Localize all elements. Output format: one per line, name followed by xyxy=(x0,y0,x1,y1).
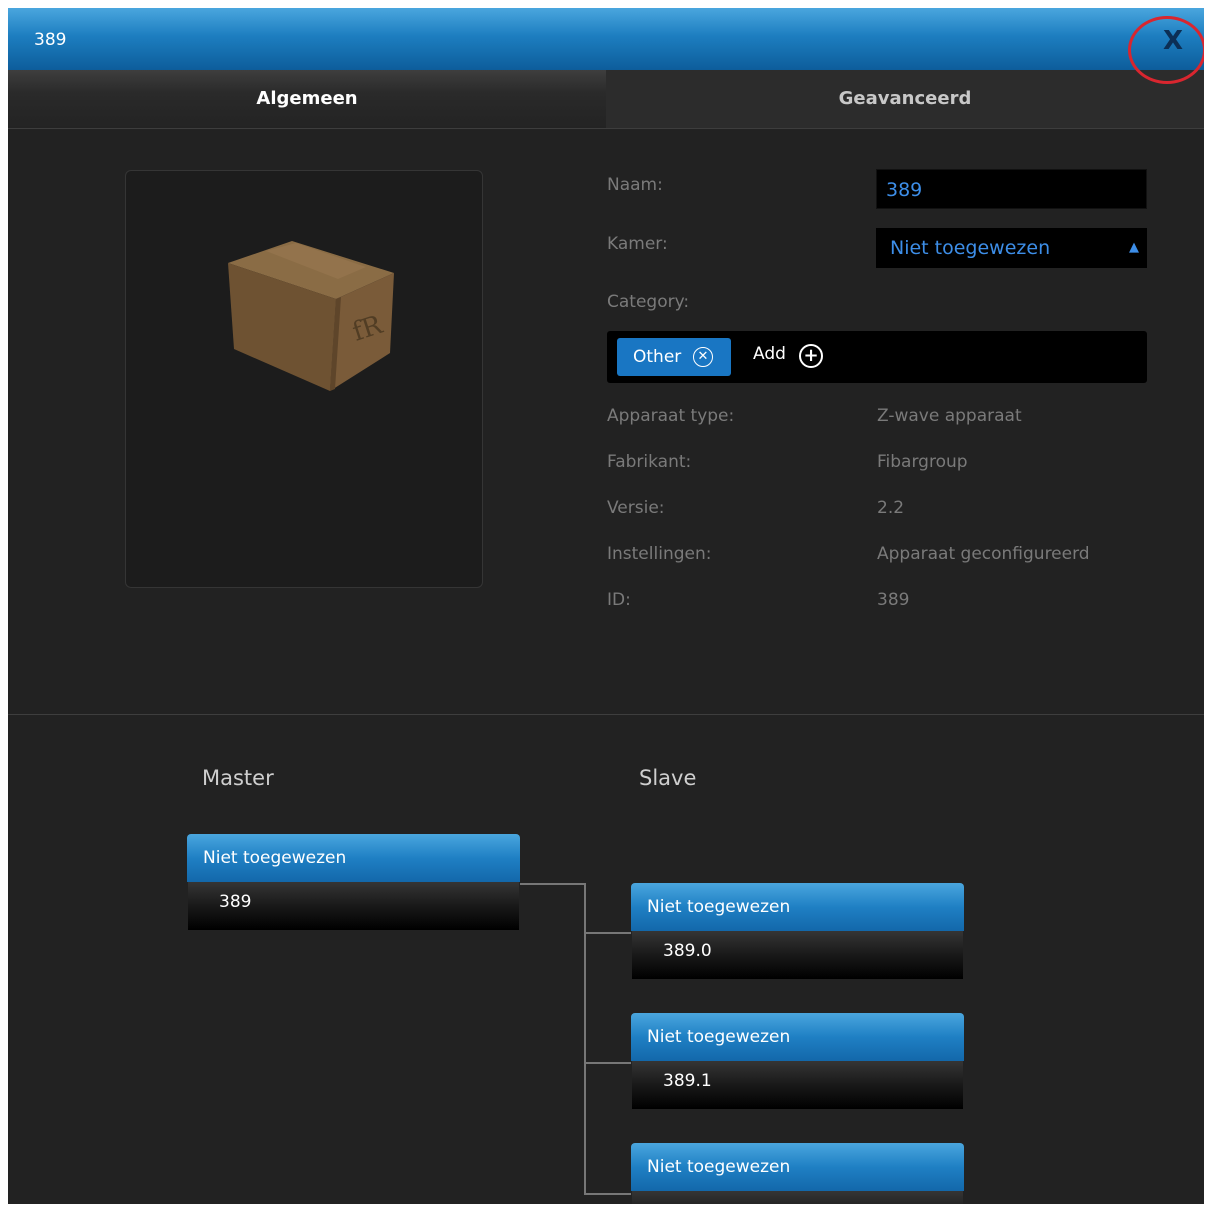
id-label: ID: xyxy=(607,590,631,610)
add-category-label: Add xyxy=(753,344,786,364)
connector-line xyxy=(584,883,586,1195)
version-value: 2.2 xyxy=(877,498,905,518)
category-label: Category: xyxy=(607,292,690,312)
master-node-id: 389 xyxy=(188,882,519,930)
close-button[interactable]: X xyxy=(1156,24,1190,58)
device-type-label: Apparaat type: xyxy=(607,406,735,426)
master-node-room[interactable]: Niet toegewezen xyxy=(187,834,520,882)
tab-bar: Algemeen Geavanceerd xyxy=(8,70,1204,129)
settings-label: Instellingen: xyxy=(607,544,712,564)
select-arrows-icon: ▲ xyxy=(1129,240,1139,255)
connector-line xyxy=(520,883,586,885)
add-category-button[interactable]: Add + xyxy=(753,344,823,368)
slave-node[interactable]: Niet toegewezen xyxy=(631,1143,964,1204)
device-type-value: Z-wave apparaat xyxy=(877,406,1022,426)
room-label: Kamer: xyxy=(607,234,668,254)
section-divider xyxy=(8,714,1204,715)
settings-value: Apparaat geconfigureerd xyxy=(877,544,1090,564)
manufacturer-label: Fabrikant: xyxy=(607,452,692,472)
connector-line xyxy=(584,1062,631,1064)
slave-node-room[interactable]: Niet toegewezen xyxy=(631,883,964,931)
master-node[interactable]: Niet toegewezen 389 xyxy=(187,834,520,930)
title-bar: 389 X xyxy=(8,8,1204,70)
room-select[interactable]: Niet toegewezen ▲ xyxy=(876,228,1147,268)
category-field: Other ✕ Add + xyxy=(607,331,1147,383)
room-select-value: Niet toegewezen xyxy=(890,237,1051,259)
slave-node[interactable]: Niet toegewezen 389.1 xyxy=(631,1013,964,1109)
tab-geavanceerd[interactable]: Geavanceerd xyxy=(606,70,1204,128)
slave-node-room[interactable]: Niet toegewezen xyxy=(631,1013,964,1061)
slave-node-id: 389.0 xyxy=(632,931,963,979)
name-input[interactable]: 389 xyxy=(876,169,1147,209)
connector-line xyxy=(584,1193,631,1195)
package-box-icon: fR xyxy=(228,241,394,391)
slave-node-room[interactable]: Niet toegewezen xyxy=(631,1143,964,1191)
version-label: Versie: xyxy=(607,498,665,518)
device-dialog: 389 X Algemeen Geavanceerd fR Naam: 389 … xyxy=(8,8,1204,1204)
manufacturer-value: Fibargroup xyxy=(877,452,968,472)
master-heading: Master xyxy=(202,766,274,790)
id-value: 389 xyxy=(877,590,910,610)
connector-line xyxy=(584,932,631,934)
remove-circle-icon[interactable]: ✕ xyxy=(693,347,713,367)
slave-node[interactable]: Niet toegewezen 389.0 xyxy=(631,883,964,979)
device-image-panel: fR xyxy=(125,170,483,588)
tab-algemeen[interactable]: Algemeen xyxy=(8,70,606,128)
category-chip-label: Other xyxy=(633,347,682,367)
slave-node-id xyxy=(632,1191,963,1204)
category-chip-other[interactable]: Other ✕ xyxy=(617,338,731,376)
plus-circle-icon: + xyxy=(799,344,823,368)
slave-heading: Slave xyxy=(639,766,697,790)
name-label: Naam: xyxy=(607,175,663,195)
dialog-title: 389 xyxy=(34,30,67,50)
slave-node-id: 389.1 xyxy=(632,1061,963,1109)
